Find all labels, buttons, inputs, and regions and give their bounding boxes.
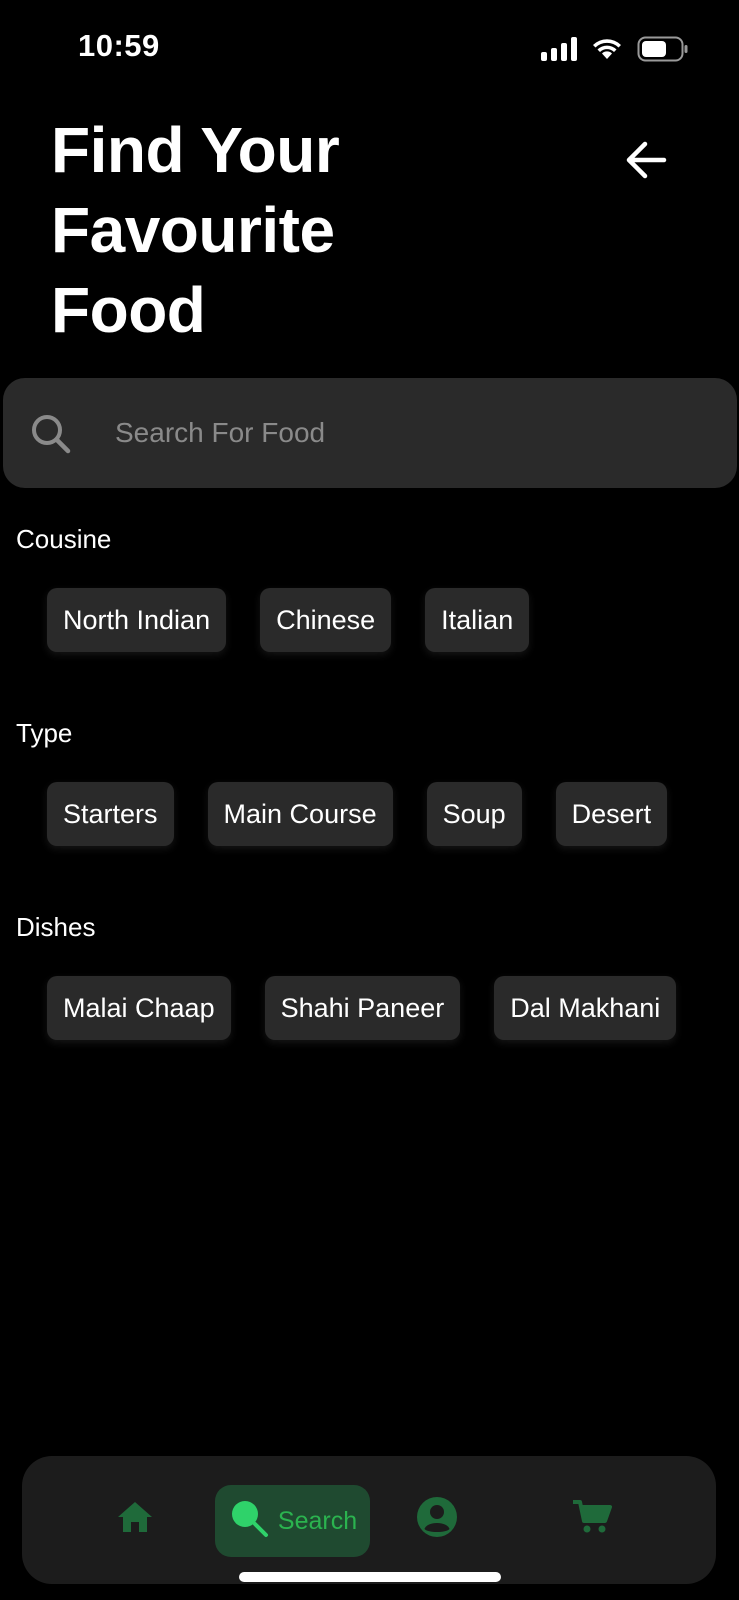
page-title: Find Your Favourite Food — [51, 114, 340, 346]
chip-starters[interactable]: Starters — [47, 782, 174, 846]
nav-profile[interactable] — [412, 1494, 462, 1544]
chip-dal-makhani[interactable]: Dal Makhani — [494, 976, 677, 1040]
chip-main-course[interactable]: Main Course — [207, 782, 393, 846]
nav-search[interactable]: Search — [215, 1485, 370, 1557]
bottom-nav: Search — [22, 1456, 716, 1584]
wifi-icon — [591, 37, 623, 61]
chip-chinese[interactable]: Chinese — [260, 588, 392, 652]
search-icon — [29, 412, 73, 456]
chip-italian[interactable]: Italian — [425, 588, 530, 652]
section-title-type: Type — [16, 718, 73, 748]
search-icon — [228, 1497, 272, 1546]
chip-row-cuisine: North Indian Chinese Italian — [47, 588, 530, 652]
status-bar: 10:59 — [0, 0, 739, 96]
chip-soup[interactable]: Soup — [426, 782, 522, 846]
search-input[interactable] — [115, 408, 695, 458]
signal-icon — [541, 37, 577, 61]
chip-desert[interactable]: Desert — [555, 782, 668, 846]
battery-icon — [637, 36, 689, 62]
status-time: 10:59 — [78, 28, 160, 63]
profile-icon — [416, 1496, 458, 1543]
chip-shahi-paneer[interactable]: Shahi Paneer — [264, 976, 461, 1040]
section-title-dishes: Dishes — [16, 912, 96, 942]
home-indicator — [239, 1572, 501, 1582]
section-title-cuisine: Cousine — [16, 524, 112, 554]
status-icons — [541, 36, 689, 62]
arrow-left-icon — [624, 140, 668, 185]
home-icon — [116, 1500, 154, 1539]
chip-malai-chaap[interactable]: Malai Chaap — [47, 976, 231, 1040]
chip-north-indian[interactable]: North Indian — [47, 588, 227, 652]
nav-cart[interactable] — [567, 1494, 617, 1544]
nav-search-label: Search — [277, 1506, 358, 1535]
chip-row-type: Starters Main Course Soup Desert — [47, 782, 668, 846]
nav-home[interactable] — [110, 1494, 160, 1544]
search-bar[interactable] — [3, 378, 737, 488]
chip-row-dishes: Malai Chaap Shahi Paneer Dal Makhani — [47, 976, 677, 1040]
back-button[interactable] — [616, 132, 676, 192]
cart-icon — [571, 1499, 613, 1540]
